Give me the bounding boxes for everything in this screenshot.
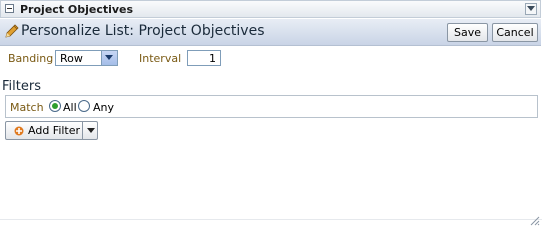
portlet-titlebar: Project Objectives [0, 0, 541, 18]
match-all-label[interactable]: All [63, 101, 77, 114]
resize-grip-icon[interactable] [530, 216, 540, 226]
filters-title: Filters [2, 79, 41, 94]
match-any-label[interactable]: Any [93, 101, 114, 114]
banding-select[interactable]: Row [55, 50, 118, 66]
page-title: Personalize List: Project Objectives [21, 23, 265, 39]
add-icon [14, 126, 24, 136]
banding-label: Banding [8, 52, 54, 65]
pencil-icon [5, 24, 19, 38]
page-header: Personalize List: Project Objectives Sav… [0, 19, 541, 46]
interval-input[interactable] [187, 50, 221, 66]
match-any-radio[interactable] [78, 100, 90, 112]
portlet-menu-button[interactable] [525, 3, 537, 15]
interval-label: Interval [139, 52, 182, 65]
banding-select-arrow[interactable] [101, 51, 117, 65]
match-all-radio[interactable] [49, 100, 61, 112]
chevron-down-icon [527, 6, 535, 11]
portlet-title: Project Objectives [20, 3, 134, 16]
add-filter-label: Add Filter [28, 124, 81, 137]
cancel-button[interactable]: Cancel [492, 23, 538, 42]
banding-select-value: Row [60, 52, 83, 65]
collapse-icon[interactable] [5, 4, 14, 13]
save-button[interactable]: Save [447, 23, 488, 42]
add-filter-separator [82, 122, 83, 139]
dropdown-arrow-icon [105, 55, 113, 60]
match-label: Match [10, 101, 44, 114]
filters-match-panel: Match All Any [5, 95, 538, 118]
chevron-down-icon[interactable] [87, 128, 95, 133]
divider [0, 219, 542, 220]
add-filter-button[interactable]: Add Filter [5, 121, 98, 140]
